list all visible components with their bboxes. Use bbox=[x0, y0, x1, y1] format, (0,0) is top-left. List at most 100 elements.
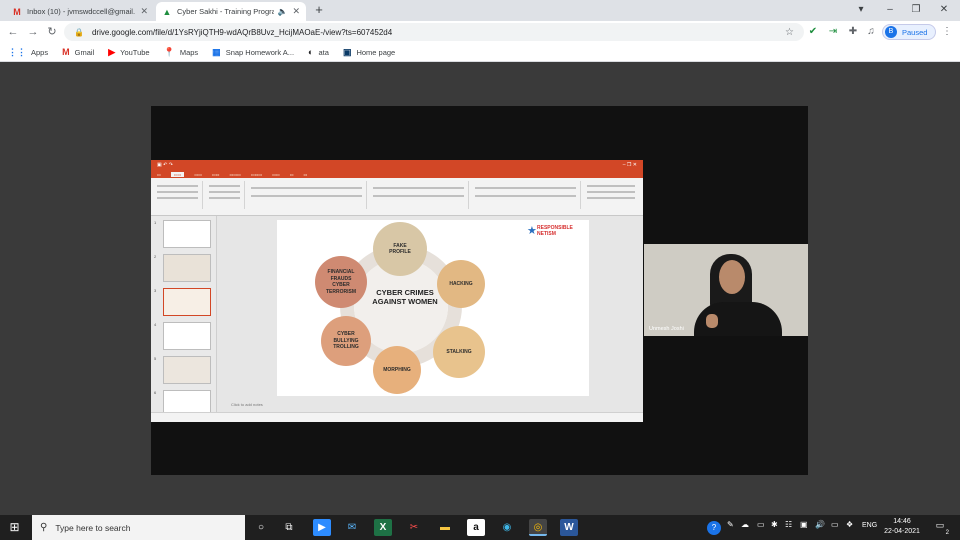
forward-icon[interactable]: → bbox=[26, 25, 40, 39]
url-text: drive.google.com/file/d/1YsRYjiQTH9-wdAQ… bbox=[91, 27, 393, 37]
media-control-icon[interactable]: ♫ bbox=[864, 25, 878, 39]
bookmark-label: Apps bbox=[31, 47, 49, 57]
thumb-number: 2 bbox=[154, 254, 157, 259]
minimize-icon[interactable]: – bbox=[880, 3, 900, 17]
bookmark-label: ata bbox=[318, 47, 329, 57]
ppt-font-group bbox=[247, 181, 367, 209]
pen-icon[interactable]: ✎ bbox=[727, 520, 734, 529]
battery-icon[interactable]: ▭ bbox=[757, 520, 765, 529]
responsible-netism-logo: ★ RESPONSIBLE NETISM bbox=[527, 225, 585, 237]
bookmark-gmail[interactable]: M Gmail bbox=[62, 47, 94, 57]
chrome-icon[interactable]: ◎ bbox=[529, 519, 547, 536]
lock-icon[interactable]: 🔒 bbox=[74, 28, 84, 37]
notification-glyph: ▭ bbox=[935, 520, 945, 530]
ata-icon: ◐ bbox=[308, 47, 314, 57]
mail-icon[interactable]: ✉ bbox=[343, 519, 361, 536]
ppt-slides-group bbox=[205, 181, 245, 209]
extensions-puzzle-icon[interactable]: ✚ bbox=[846, 25, 860, 39]
help-icon[interactable]: ? bbox=[707, 521, 721, 535]
ppt-ribbon bbox=[151, 178, 643, 216]
bookmark-snap-homework[interactable]: ▦ Snap Homework A... bbox=[212, 47, 294, 58]
participant-face bbox=[719, 260, 745, 294]
node-fake-profile: FAKE PROFILE bbox=[373, 222, 427, 276]
ppt-ribbon-tab: ▭▭ bbox=[194, 171, 202, 177]
bookmark-home-page[interactable]: ▣ Home page bbox=[343, 47, 395, 58]
search-placeholder: Type here to search bbox=[55, 522, 131, 533]
notification-count: 2 bbox=[945, 530, 949, 536]
task-view-icon[interactable]: ⧉ bbox=[280, 519, 298, 536]
taskbar-search-box[interactable]: ⚲ Type here to search bbox=[32, 515, 245, 540]
edge-icon[interactable]: ◉ bbox=[498, 519, 516, 536]
amazon-icon[interactable]: a bbox=[467, 519, 485, 536]
zoom-icon[interactable]: ▶ bbox=[313, 519, 331, 536]
profile-avatar: B bbox=[885, 26, 897, 38]
apps-grid-icon: ⋮⋮ bbox=[8, 46, 26, 57]
reload-icon[interactable]: ↻ bbox=[45, 25, 59, 39]
word-icon[interactable]: W bbox=[560, 519, 578, 536]
thumb-number: 6 bbox=[154, 390, 157, 395]
search-icon: ⚲ bbox=[40, 522, 48, 533]
clock-date: 22-04-2021 bbox=[884, 528, 920, 535]
windows-start-icon[interactable]: ⊞ bbox=[8, 521, 21, 534]
login-extension-icon[interactable]: ⇥ bbox=[826, 25, 840, 39]
chrome-menu-icon[interactable]: ⋮ bbox=[940, 25, 954, 39]
star-logo-icon: ★ bbox=[527, 225, 537, 237]
slide-thumbnail bbox=[163, 356, 211, 384]
dropbox-icon[interactable]: ❖ bbox=[846, 520, 853, 529]
slide-thumbnail-selected bbox=[163, 288, 211, 316]
address-bar[interactable]: 🔒 drive.google.com/file/d/1YsRYjiQTH9-wd… bbox=[64, 23, 804, 41]
thumb-number: 5 bbox=[154, 356, 157, 361]
checkmark-extension-icon[interactable]: ✔ bbox=[806, 25, 820, 39]
maps-pin-icon: 📍 bbox=[163, 46, 175, 57]
video-player[interactable]: ▣ ↶ ↷ – ❐ ✕ ▭ ▭▭ ▭▭ ▭▭ ▭▭▭ ▭▭▭ ▭▭ ▭ ▭ 1 … bbox=[151, 106, 808, 475]
monitor-icon[interactable]: ▭ bbox=[831, 520, 839, 529]
system-clock[interactable]: 14:46 22-04-2021 bbox=[880, 517, 924, 537]
snap-icon: ▦ bbox=[212, 46, 221, 57]
bookmark-apps[interactable]: ⋮⋮ Apps bbox=[8, 47, 48, 58]
bookmark-ata[interactable]: ◐ ata bbox=[308, 47, 329, 57]
participant-name: Unmesh Joshi bbox=[649, 326, 684, 332]
gmail-icon: M bbox=[13, 6, 21, 17]
bookmark-label: YouTube bbox=[120, 47, 150, 57]
bluetooth-icon[interactable]: ✱ bbox=[771, 520, 778, 529]
ppt-ribbon-tabs: ▭ ▭▭ ▭▭ ▭▭ ▭▭▭ ▭▭▭ ▭▭ ▭ ▭ bbox=[151, 170, 643, 178]
tab-title: Cyber Sakhi - Training Progra bbox=[177, 7, 275, 16]
excel-icon[interactable]: X bbox=[374, 519, 392, 536]
ppt-editing-group bbox=[583, 181, 639, 209]
bookmark-maps[interactable]: 📍 Maps bbox=[164, 47, 199, 58]
ppt-ribbon-tab: ▭▭▭ bbox=[250, 171, 263, 177]
network-icon[interactable]: ☷ bbox=[785, 520, 792, 529]
thumb-number: 1 bbox=[154, 220, 157, 225]
close-window-icon[interactable]: ✕ bbox=[934, 3, 954, 17]
ppt-ribbon-tab: ▭▭ bbox=[272, 171, 280, 177]
ppt-ribbon-tab: ▭ bbox=[289, 171, 294, 177]
snipping-tool-icon[interactable]: ✂ bbox=[405, 519, 423, 536]
meet-now-icon[interactable]: ▣ bbox=[800, 520, 808, 529]
bookmark-star-icon[interactable]: ☆ bbox=[785, 27, 794, 38]
ppt-window-controls-icon: – ❐ ✕ bbox=[622, 162, 637, 168]
file-explorer-icon[interactable]: ▬ bbox=[436, 519, 454, 536]
volume-icon[interactable]: 🔊 bbox=[815, 520, 825, 529]
onedrive-icon[interactable]: ☁ bbox=[741, 520, 749, 529]
language-indicator[interactable]: ENG bbox=[862, 522, 877, 529]
speaker-icon[interactable]: 🔈 bbox=[277, 7, 287, 16]
tab-gmail-inbox[interactable]: M Inbox (10) - jvmswdccell@gmail.c ✕ bbox=[6, 2, 154, 21]
new-tab-button[interactable]: + bbox=[311, 2, 327, 18]
cortana-icon[interactable]: ○ bbox=[252, 519, 270, 536]
ppt-status-bar bbox=[151, 412, 643, 422]
tab-search-icon[interactable]: ▾ bbox=[851, 3, 871, 17]
bookmark-youtube[interactable]: ▶ YouTube bbox=[108, 47, 149, 58]
tab-cyber-sakhi[interactable]: ▲ Cyber Sakhi - Training Progra 🔈 ✕ bbox=[156, 2, 306, 21]
cycle-ring bbox=[340, 245, 462, 367]
close-tab-icon[interactable]: ✕ bbox=[140, 6, 148, 17]
current-slide: FAKE PROFILE HACKING STALKING MORPHING C… bbox=[277, 220, 589, 396]
home-page-icon: ▣ bbox=[342, 46, 352, 57]
ppt-ribbon-tab: ▭ bbox=[157, 171, 161, 177]
slide-thumbnail bbox=[163, 220, 211, 248]
profile-paused-button[interactable]: B Paused bbox=[882, 24, 937, 40]
close-tab-icon[interactable]: ✕ bbox=[292, 6, 300, 17]
back-icon[interactable]: ← bbox=[6, 25, 20, 39]
notification-center-icon[interactable]: ▭ 2 bbox=[932, 520, 949, 536]
restore-icon[interactable]: ❐ bbox=[906, 3, 926, 17]
node-stalking: STALKING bbox=[433, 326, 485, 378]
